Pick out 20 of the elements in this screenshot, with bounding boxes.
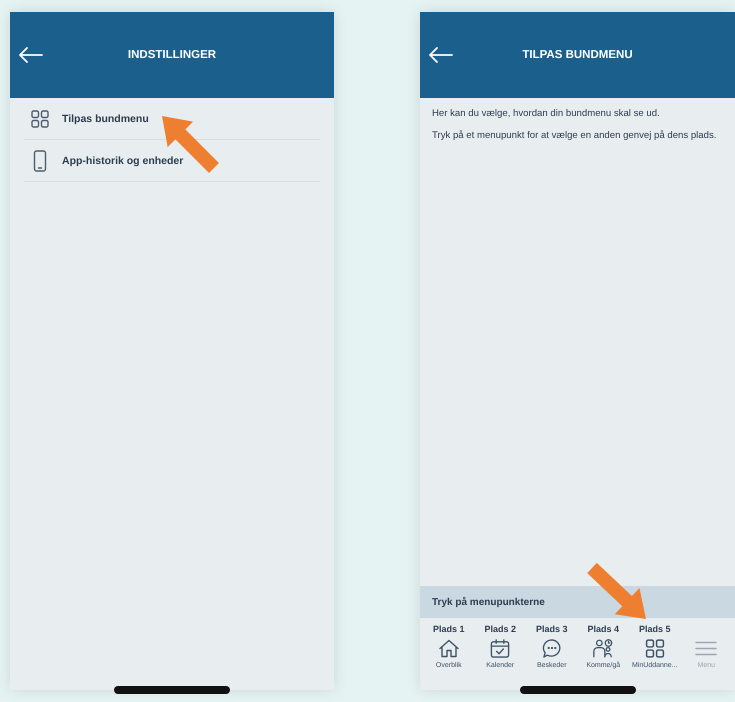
slot-label: Plads 4 [586, 624, 620, 634]
house-icon [438, 638, 460, 659]
slot-label: Plads 3 [534, 624, 569, 634]
back-arrow-icon[interactable] [18, 46, 44, 64]
slot-label: Plads 1 [432, 624, 466, 634]
info-paragraph: Tryk på et menupunkt for at vælge en anden genvej på dens plads. [432, 130, 718, 143]
grid-icon [644, 638, 666, 659]
info-paragraph: Her kan du vælge, hvordan din bundmenu skal se ud. [432, 108, 661, 121]
smartphone-icon [33, 150, 47, 172]
section-header: Tryk på menupunkterne [420, 586, 735, 618]
slot-label: Plads 5 [638, 624, 672, 634]
screen-title: TILPAS BUNDMENU [522, 49, 633, 61]
annotation-arrow [587, 562, 646, 619]
slot-label: Plads 2 [483, 624, 518, 634]
chat-bubble-icon [540, 638, 563, 659]
grid-icon [30, 108, 50, 128]
calendar-icon [489, 638, 512, 659]
back-arrow-icon[interactable] [428, 46, 454, 64]
people-clock-icon [592, 638, 614, 659]
screen-title: INDSTILLINGER [128, 49, 216, 61]
